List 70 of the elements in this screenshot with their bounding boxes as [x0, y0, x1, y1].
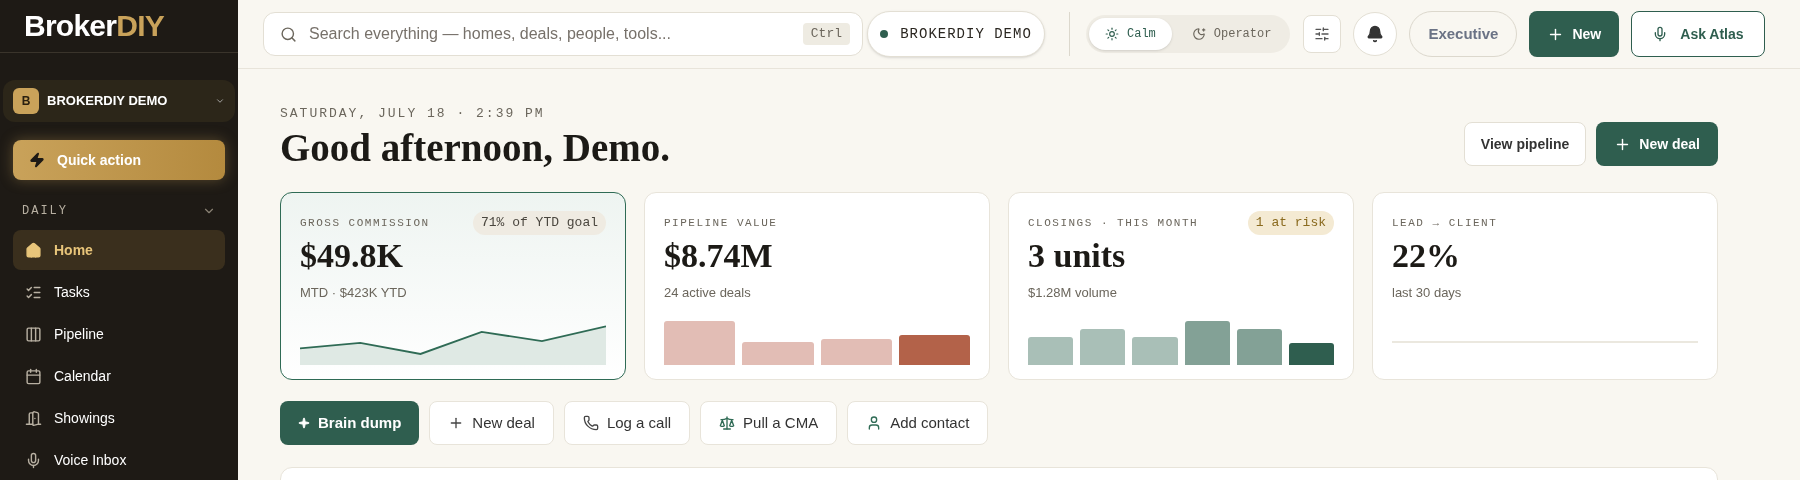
chart-bar: [1288, 343, 1335, 366]
metric-value: $49.8K: [300, 239, 404, 274]
search-field[interactable]: Search everything — homes, deals, people, tools... Ctrl: [263, 12, 863, 56]
greeting: Good afternoon, Demo.: [280, 124, 670, 171]
new-deal-button[interactable]: New deal: [1596, 122, 1718, 167]
notifications-button[interactable]: [1353, 12, 1398, 56]
workspace-label: BROKERDIY DEMO: [900, 24, 1032, 44]
metric-value: $8.74M: [664, 239, 774, 274]
quick-action-chip[interactable]: New deal: [429, 401, 554, 446]
microphone-icon: [25, 451, 42, 469]
workspace-switcher[interactable]: B BROKERDIY DEMO: [3, 80, 235, 122]
view-pipeline-button[interactable]: View pipeline: [1463, 122, 1587, 167]
sliders-icon: [1314, 26, 1331, 42]
nav-item[interactable]: Voice Inbox: [13, 440, 225, 480]
chart-bar: [664, 321, 736, 366]
chart-bar: [1236, 329, 1282, 366]
calendar-icon: [25, 367, 42, 385]
phone-icon: [582, 415, 599, 432]
sparkle-icon: [298, 417, 310, 430]
metric-label: CLOSINGS · THIS MONTH: [1028, 216, 1199, 232]
metric-value: 3 units: [1028, 239, 1127, 274]
quick-action-chip[interactable]: Pull a CMA: [700, 401, 838, 446]
metric-label: GROSS COMMISSION: [300, 216, 430, 232]
caret-icon: [215, 96, 225, 106]
filter-button[interactable]: [1303, 15, 1342, 53]
chart-bar: [742, 342, 814, 366]
home-icon: [25, 241, 42, 259]
quick-action-chip[interactable]: Add contact: [847, 401, 989, 446]
door-icon: [25, 409, 42, 427]
metric-label: PIPELINE VALUE: [664, 216, 778, 232]
nav-item[interactable]: Home: [13, 230, 225, 270]
quick-action-chip[interactable]: Log a call: [563, 401, 691, 446]
ask-atlas-button[interactable]: Ask Atlas: [1631, 11, 1765, 57]
search-input[interactable]: Search everything — homes, deals, people, tools...: [309, 22, 791, 46]
workspace-pill[interactable]: BROKERDIY DEMO: [867, 11, 1045, 57]
quick-action-chip[interactable]: Brain dump: [280, 401, 420, 446]
chart-bar: [1028, 337, 1074, 366]
bell-icon: [1366, 25, 1385, 43]
nav-item[interactable]: Showings: [13, 398, 225, 438]
chart-bar: [1132, 337, 1178, 366]
mode-option[interactable]: Calm: [1089, 18, 1172, 50]
nav-item[interactable]: Calendar: [13, 356, 225, 396]
metric-caption: 24 active deals: [664, 284, 752, 303]
logo: BrokerDIY: [24, 11, 164, 41]
chart-bar: [1184, 321, 1230, 366]
sun-icon: [1105, 27, 1119, 41]
lightning-icon: [29, 152, 45, 168]
mode-option[interactable]: Operator: [1175, 18, 1288, 50]
metric-badge: 1 at risk: [1247, 211, 1334, 235]
metric-label: LEAD → CLIENT: [1392, 216, 1498, 232]
columns-icon: [25, 325, 42, 343]
workspace-name: BROKERDIY DEMO: [47, 92, 169, 111]
metric-value: 22%: [1392, 239, 1461, 274]
new-button[interactable]: New: [1529, 11, 1620, 57]
date-time: SATURDAY, JULY 18 · 2:39 PM: [280, 105, 546, 123]
nav-item[interactable]: Tasks: [13, 272, 225, 312]
chart-bar: [820, 339, 892, 366]
workspace-avatar: B: [13, 88, 39, 114]
section-title: DAILY: [22, 203, 68, 220]
moon-icon: [1191, 27, 1206, 41]
metric-caption: last 30 days: [1392, 284, 1463, 303]
metric-caption: MTD · $423K YTD: [300, 284, 408, 303]
shortcut-hint: Ctrl: [802, 23, 850, 45]
metric-caption: $1.28M volume: [1028, 284, 1118, 303]
nav-item[interactable]: Pipeline: [13, 314, 225, 354]
chart-bar: [898, 335, 970, 366]
search-icon: [280, 25, 297, 43]
metric-badge: 71% of YTD goal: [472, 211, 606, 235]
scale-icon: [719, 415, 736, 432]
chart-bar: [1080, 329, 1126, 366]
